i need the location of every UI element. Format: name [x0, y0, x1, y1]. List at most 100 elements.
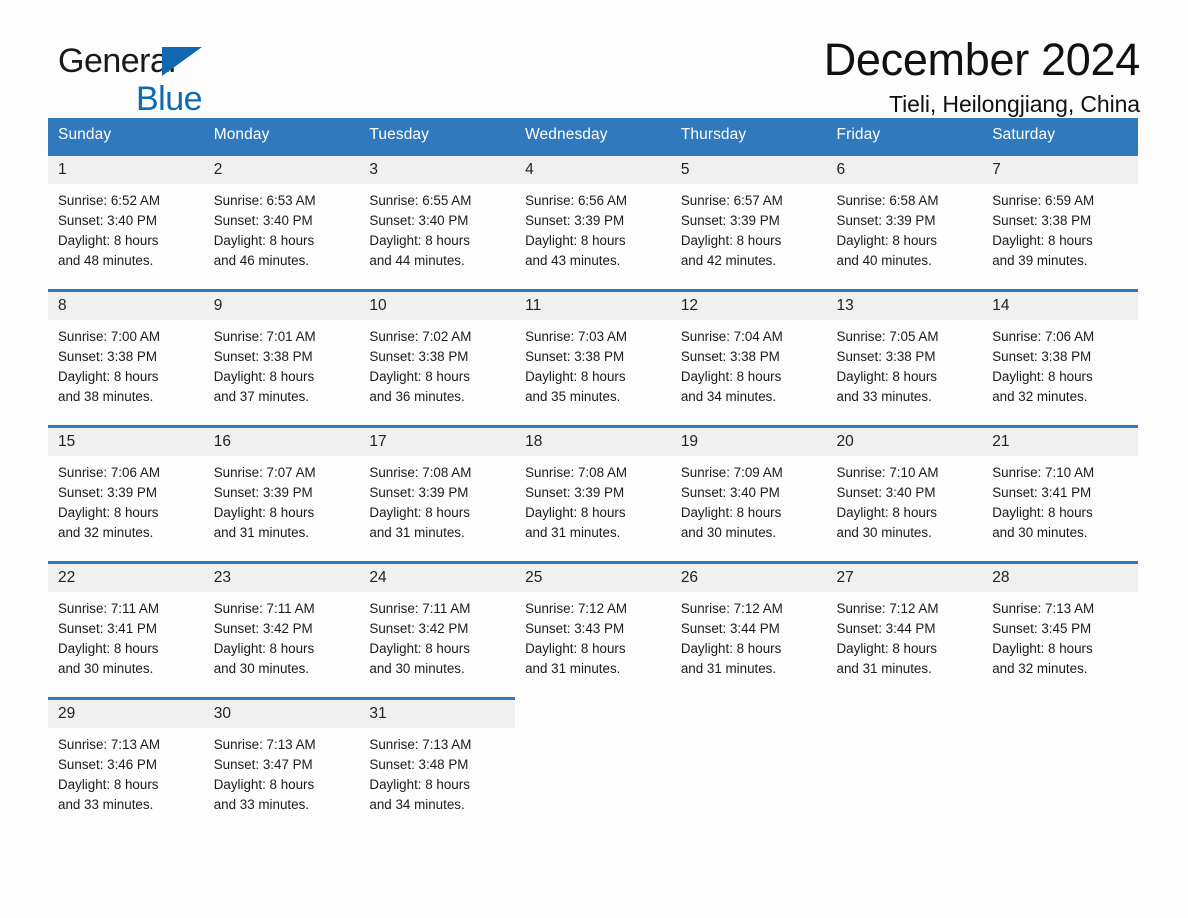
sunset-text: Sunset: 3:40 PM	[58, 213, 157, 229]
daylight-text-line2: and 33 minutes.	[58, 797, 154, 813]
calendar-day-cell[interactable]: 21 Sunrise: 7:10 AM Sunset: 3:41 PM Dayligh…	[982, 425, 1138, 563]
calendar-day-cell[interactable]: 28 Sunrise: 7:13 AM Sunset: 3:45 PM Dayligh…	[982, 561, 1138, 699]
sunrise-text: Sunrise: 7:01 AM	[213, 329, 316, 345]
location-subtitle: Tieli, Heilongjiang, China	[889, 91, 1140, 118]
daylight-text-line2: and 34 minutes.	[369, 797, 465, 813]
day-details: Sunrise: 7:11 AM Sunset: 3:42 PM Daylight:…	[359, 592, 515, 679]
page-title: December 2024	[823, 34, 1141, 85]
day-details: Sunrise: 7:07 AM Sunset: 3:39 PM Daylight:…	[204, 456, 360, 543]
sunset-text: Sunset: 3:38 PM	[525, 349, 625, 365]
daylight-text-line2: and 42 minutes.	[680, 253, 777, 269]
daylight-text-line1: Daylight: 8 hours	[525, 233, 626, 249]
calendar-day-cell[interactable]: 30 Sunrise: 7:13 AM Sunset: 3:47 PM Dayligh…	[203, 697, 360, 833]
weekday-header-sunday: Sunday	[48, 118, 204, 155]
daylight-text-line2: and 34 minutes.	[680, 389, 777, 405]
calendar-day-cell[interactable]: 27 Sunrise: 7:12 AM Sunset: 3:44 PM Dayligh…	[826, 561, 983, 699]
calendar-day-cell[interactable]: 9 Sunrise: 7:01 AM Sunset: 3:38 PM Daylight…	[203, 289, 360, 427]
daylight-text-line2: and 46 minutes.	[213, 253, 309, 269]
calendar-day-cell[interactable]: 19 Sunrise: 7:09 AM Sunset: 3:40 PM Dayligh…	[670, 425, 827, 563]
day-number: 9	[203, 292, 360, 321]
daylight-text-line1: Daylight: 8 hours	[992, 505, 1093, 521]
calendar-day-cell[interactable]: 18 Sunrise: 7:08 AM Sunset: 3:39 PM Dayligh…	[515, 425, 671, 563]
calendar-day-cell[interactable]: 1 Sunrise: 6:52 AM Sunset: 3:40 PM Daylight…	[48, 153, 204, 291]
calendar-day-cell[interactable]: 13 Sunrise: 7:05 AM Sunset: 3:38 PM Dayligh…	[826, 289, 983, 427]
logo-triangle-icon	[162, 47, 202, 76]
day-number: 25	[515, 564, 671, 593]
day-details: Sunrise: 7:04 AM Sunset: 3:38 PM Daylight:…	[671, 320, 827, 407]
sunrise-text: Sunrise: 7:02 AM	[369, 329, 472, 345]
day-number: 29	[48, 700, 204, 729]
daylight-text-line2: and 33 minutes.	[836, 389, 932, 405]
daylight-text-line1: Daylight: 8 hours	[836, 233, 937, 249]
daylight-text-line1: Daylight: 8 hours	[369, 369, 470, 385]
calendar-day-cell[interactable]: 25 Sunrise: 7:12 AM Sunset: 3:43 PM Dayligh…	[515, 561, 671, 699]
daylight-text-line2: and 40 minutes.	[836, 253, 932, 269]
day-number: 17	[359, 428, 516, 457]
sunset-text: Sunset: 3:39 PM	[525, 485, 625, 501]
calendar-day-cell[interactable]: 23 Sunrise: 7:11 AM Sunset: 3:42 PM Dayligh…	[203, 561, 360, 699]
day-number: 16	[203, 428, 360, 457]
daylight-text-line1: Daylight: 8 hours	[525, 641, 626, 657]
calendar-day-cell[interactable]: 6 Sunrise: 6:58 AM Sunset: 3:39 PM Daylight…	[826, 153, 983, 291]
day-details: Sunrise: 7:08 AM Sunset: 3:39 PM Daylight:…	[359, 456, 515, 543]
weekday-header-row: Sunday Monday Tuesday Wednesday Thursday…	[48, 118, 1138, 155]
sunset-text: Sunset: 3:42 PM	[369, 621, 469, 637]
page-header: General Blue December 2024 Tieli, Heilon…	[48, 0, 1140, 118]
sunset-text: Sunset: 3:38 PM	[58, 349, 157, 365]
calendar-day-cell[interactable]: 16 Sunrise: 7:07 AM Sunset: 3:39 PM Dayligh…	[203, 425, 360, 563]
day-number: 31	[359, 700, 516, 729]
sunrise-text: Sunrise: 7:05 AM	[836, 329, 939, 345]
daylight-text-line2: and 31 minutes.	[836, 661, 932, 677]
calendar-day-cell[interactable]: 31 Sunrise: 7:13 AM Sunset: 3:48 PM Dayligh…	[359, 697, 516, 833]
daylight-text-line1: Daylight: 8 hours	[369, 777, 470, 793]
calendar-day-cell[interactable]: 2 Sunrise: 6:53 AM Sunset: 3:40 PM Daylight…	[203, 153, 360, 291]
weekday-header-monday: Monday	[203, 118, 360, 155]
daylight-text-line2: and 30 minutes.	[992, 525, 1088, 541]
daylight-text-line2: and 31 minutes.	[680, 661, 777, 677]
calendar-day-cell[interactable]: 5 Sunrise: 6:57 AM Sunset: 3:39 PM Daylight…	[670, 153, 827, 291]
calendar-day-cell[interactable]: 8 Sunrise: 7:00 AM Sunset: 3:38 PM Daylight…	[48, 289, 204, 427]
daylight-text-line2: and 36 minutes.	[369, 389, 465, 405]
calendar-day-cell[interactable]: 17 Sunrise: 7:08 AM Sunset: 3:39 PM Dayligh…	[359, 425, 516, 563]
day-number	[982, 699, 1138, 725]
day-number: 15	[48, 428, 204, 457]
calendar-day-cell[interactable]: 3 Sunrise: 6:55 AM Sunset: 3:40 PM Daylight…	[359, 153, 516, 291]
calendar-day-cell[interactable]: 24 Sunrise: 7:11 AM Sunset: 3:42 PM Dayligh…	[359, 561, 516, 699]
daylight-text-line2: and 30 minutes.	[836, 525, 932, 541]
sunrise-text: Sunrise: 7:00 AM	[58, 329, 160, 345]
sunset-text: Sunset: 3:40 PM	[836, 485, 936, 501]
daylight-text-line2: and 30 minutes.	[369, 661, 465, 677]
sunset-text: Sunset: 3:40 PM	[213, 213, 313, 229]
calendar-day-cell[interactable]: 11 Sunrise: 7:03 AM Sunset: 3:38 PM Dayligh…	[515, 289, 671, 427]
calendar-day-cell[interactable]: 26 Sunrise: 7:12 AM Sunset: 3:44 PM Dayligh…	[670, 561, 827, 699]
daylight-text-line1: Daylight: 8 hours	[213, 505, 315, 521]
calendar-day-cell[interactable]: 14 Sunrise: 7:06 AM Sunset: 3:38 PM Dayligh…	[982, 289, 1138, 427]
sunset-text: Sunset: 3:44 PM	[836, 621, 936, 637]
daylight-text-line1: Daylight: 8 hours	[369, 505, 470, 521]
sunset-text: Sunset: 3:46 PM	[58, 757, 157, 773]
calendar-day-cell[interactable]: 10 Sunrise: 7:02 AM Sunset: 3:38 PM Dayligh…	[359, 289, 516, 427]
day-number	[671, 699, 827, 725]
sunrise-text: Sunrise: 6:58 AM	[836, 193, 939, 209]
calendar-day-cell[interactable]: 12 Sunrise: 7:04 AM Sunset: 3:38 PM Dayligh…	[670, 289, 827, 427]
calendar-day-cell[interactable]: 15 Sunrise: 7:06 AM Sunset: 3:39 PM Dayligh…	[48, 425, 204, 563]
sunrise-text: Sunrise: 7:04 AM	[680, 329, 783, 345]
calendar-day-cell[interactable]: 4 Sunrise: 6:56 AM Sunset: 3:39 PM Daylight…	[515, 153, 671, 291]
sunrise-text: Sunrise: 6:53 AM	[213, 193, 316, 209]
day-number	[515, 699, 671, 725]
day-details: Sunrise: 7:11 AM Sunset: 3:41 PM Daylight:…	[48, 592, 204, 679]
day-number: 12	[670, 292, 827, 321]
calendar-day-cell[interactable]: 29 Sunrise: 7:13 AM Sunset: 3:46 PM Dayligh…	[48, 697, 204, 833]
sunrise-text: Sunrise: 6:56 AM	[525, 193, 628, 209]
sunrise-text: Sunrise: 7:09 AM	[680, 465, 783, 481]
sunset-text: Sunset: 3:38 PM	[680, 349, 780, 365]
calendar-day-cell[interactable]: 20 Sunrise: 7:10 AM Sunset: 3:40 PM Dayligh…	[826, 425, 983, 563]
calendar-day-cell[interactable]: 22 Sunrise: 7:11 AM Sunset: 3:41 PM Dayligh…	[48, 561, 204, 699]
calendar-day-cell[interactable]: 7 Sunrise: 6:59 AM Sunset: 3:38 PM Daylight…	[982, 153, 1138, 291]
daylight-text-line2: and 31 minutes.	[213, 525, 309, 541]
day-number: 3	[359, 156, 516, 185]
sunrise-text: Sunrise: 6:55 AM	[369, 193, 472, 209]
daylight-text-line1: Daylight: 8 hours	[680, 369, 782, 385]
daylight-text-line1: Daylight: 8 hours	[680, 641, 782, 657]
weekday-header-tuesday: Tuesday	[359, 118, 516, 155]
